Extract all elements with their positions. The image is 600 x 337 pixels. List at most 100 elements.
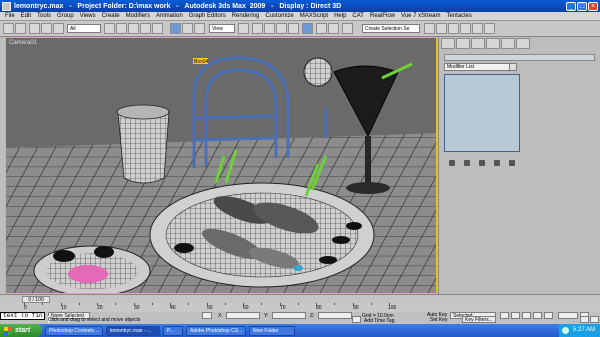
snap-toggle-icon[interactable] — [252, 23, 263, 34]
set-key-button[interactable]: Set Key — [430, 317, 448, 323]
key-filters-button[interactable]: Key Filters... — [462, 316, 496, 323]
pan-icon[interactable] — [580, 316, 589, 323]
viewport-label[interactable]: Camera01 — [9, 40, 37, 46]
undo-icon[interactable] — [3, 23, 14, 34]
object-name-field[interactable] — [444, 54, 595, 61]
display-tab-icon[interactable] — [501, 38, 515, 49]
time-slider[interactable]: 0 / 100 — [22, 296, 50, 303]
menu-vue-xstream[interactable]: Vue 7 xStream — [398, 13, 443, 19]
reference-coordinate-select[interactable]: View — [209, 24, 235, 33]
bind-space-warp-icon[interactable] — [53, 23, 64, 34]
layer-manager-icon[interactable] — [342, 23, 353, 34]
goto-end-icon[interactable] — [544, 312, 553, 319]
make-unique-icon[interactable] — [478, 159, 485, 166]
percent-snap-icon[interactable] — [276, 23, 287, 34]
start-button[interactable]: start — [0, 324, 42, 337]
stack-tools — [444, 158, 520, 167]
app-icon[interactable] — [2, 1, 11, 11]
named-selection-field[interactable]: Create Selection Se — [362, 24, 420, 33]
next-frame-icon[interactable] — [533, 312, 542, 319]
taskbar-button-photoshop-contests[interactable]: Photoshop Contests ... — [45, 325, 103, 336]
menu-modifiers[interactable]: Modifiers — [123, 13, 153, 19]
create-tab-icon[interactable] — [441, 38, 455, 49]
hierarchy-tab-icon[interactable] — [471, 38, 485, 49]
taskbar-button-photoshop[interactable]: Adobe Photoshop CS... — [186, 325, 246, 336]
link-icon[interactable] — [29, 23, 40, 34]
menu-cat[interactable]: CAT — [349, 13, 367, 19]
utilities-tab-icon[interactable] — [516, 38, 530, 49]
menu-help[interactable]: Help — [331, 13, 349, 19]
material-editor-icon[interactable] — [448, 23, 459, 34]
modifier-stack[interactable] — [444, 74, 520, 152]
tray-icon[interactable] — [561, 327, 569, 334]
taskbar-button-p[interactable]: P... — [163, 325, 183, 336]
render-production-icon[interactable] — [484, 23, 495, 34]
chevron-down-icon[interactable] — [509, 63, 517, 71]
track-bar[interactable]: 0 10 20 30 40 50 60 70 80 90 100 — [0, 303, 600, 312]
select-scale-icon[interactable] — [194, 23, 205, 34]
menu-customize[interactable]: Customize — [262, 13, 296, 19]
select-move-icon[interactable] — [170, 23, 181, 34]
play-icon[interactable] — [522, 312, 531, 319]
menu-realflow[interactable]: RealFlow — [367, 13, 398, 19]
menu-tentacles[interactable]: Tentacles — [443, 13, 474, 19]
goto-start-icon[interactable] — [500, 312, 509, 319]
modifier-list-select[interactable]: Modifier List — [444, 63, 514, 71]
modify-tab-icon[interactable] — [456, 38, 470, 49]
show-end-result-icon[interactable] — [463, 159, 470, 166]
text-to-find-field[interactable]: text To fin — [0, 312, 45, 320]
menu-tools[interactable]: Tools — [34, 13, 54, 19]
select-manipulate-icon[interactable] — [152, 23, 163, 34]
orbit-icon[interactable] — [590, 316, 599, 323]
configure-modifier-sets-icon[interactable] — [509, 159, 516, 166]
menu-edit[interactable]: Edit — [18, 13, 34, 19]
windows-flag-icon — [4, 326, 12, 335]
taskbar-button-3dsmax[interactable]: lemontryc.max - ... — [106, 325, 160, 336]
mirror-icon[interactable] — [316, 23, 327, 34]
align-icon[interactable] — [328, 23, 339, 34]
select-rotate-icon[interactable] — [182, 23, 193, 34]
menu-create[interactable]: Create — [99, 13, 123, 19]
angle-snap-icon[interactable] — [264, 23, 275, 34]
minimize-icon[interactable]: _ — [566, 1, 576, 11]
curve-editor-icon[interactable] — [424, 23, 435, 34]
pin-stack-icon[interactable] — [448, 159, 455, 166]
edit-named-selections-icon[interactable] — [302, 23, 313, 34]
camera-viewport[interactable]: Camera01 Box04 — [5, 37, 437, 294]
schematic-view-icon[interactable] — [436, 23, 447, 34]
menu-file[interactable]: File — [2, 13, 18, 19]
prev-frame-icon[interactable] — [511, 312, 520, 319]
pivot-center-icon[interactable] — [238, 23, 249, 34]
selection-filter-select[interactable]: All — [67, 24, 101, 33]
motion-tab-icon[interactable] — [486, 38, 500, 49]
redo-icon[interactable] — [15, 23, 26, 34]
select-object-icon[interactable] — [104, 23, 115, 34]
taskbar-button-new-folder[interactable]: New Folder — [249, 325, 295, 336]
ruler-tick — [352, 303, 354, 306]
selection-region-icon[interactable] — [128, 23, 139, 34]
menu-views[interactable]: Views — [77, 13, 99, 19]
maximize-icon[interactable]: □ — [577, 1, 587, 11]
z-coordinate-field[interactable] — [318, 312, 352, 319]
menu-animation[interactable]: Animation — [153, 13, 186, 19]
render-setup-icon[interactable] — [460, 23, 471, 34]
menu-group[interactable]: Group — [54, 13, 77, 19]
y-coordinate-field[interactable] — [272, 312, 306, 319]
rendered-frame-icon[interactable] — [472, 23, 483, 34]
unlink-icon[interactable] — [41, 23, 52, 34]
spinner-snap-icon[interactable] — [288, 23, 299, 34]
time-slider-track[interactable]: 0 / 100 — [0, 294, 600, 303]
current-frame-field[interactable] — [558, 312, 578, 319]
menu-maxscript[interactable]: MAXScript — [297, 13, 331, 19]
window-crossing-icon[interactable] — [140, 23, 151, 34]
menu-rendering[interactable]: Rendering — [229, 13, 263, 19]
close-icon[interactable]: × — [588, 1, 598, 11]
select-by-name-icon[interactable] — [116, 23, 127, 34]
lock-selection-icon[interactable] — [202, 312, 212, 319]
add-time-tag-icon[interactable] — [352, 316, 361, 323]
x-coordinate-field[interactable] — [226, 312, 260, 319]
ruler-tick — [170, 303, 171, 306]
remove-modifier-icon[interactable] — [494, 159, 501, 166]
menu-graph-editors[interactable]: Graph Editors — [186, 13, 229, 19]
clock[interactable]: 5:27 AM — [573, 327, 595, 333]
